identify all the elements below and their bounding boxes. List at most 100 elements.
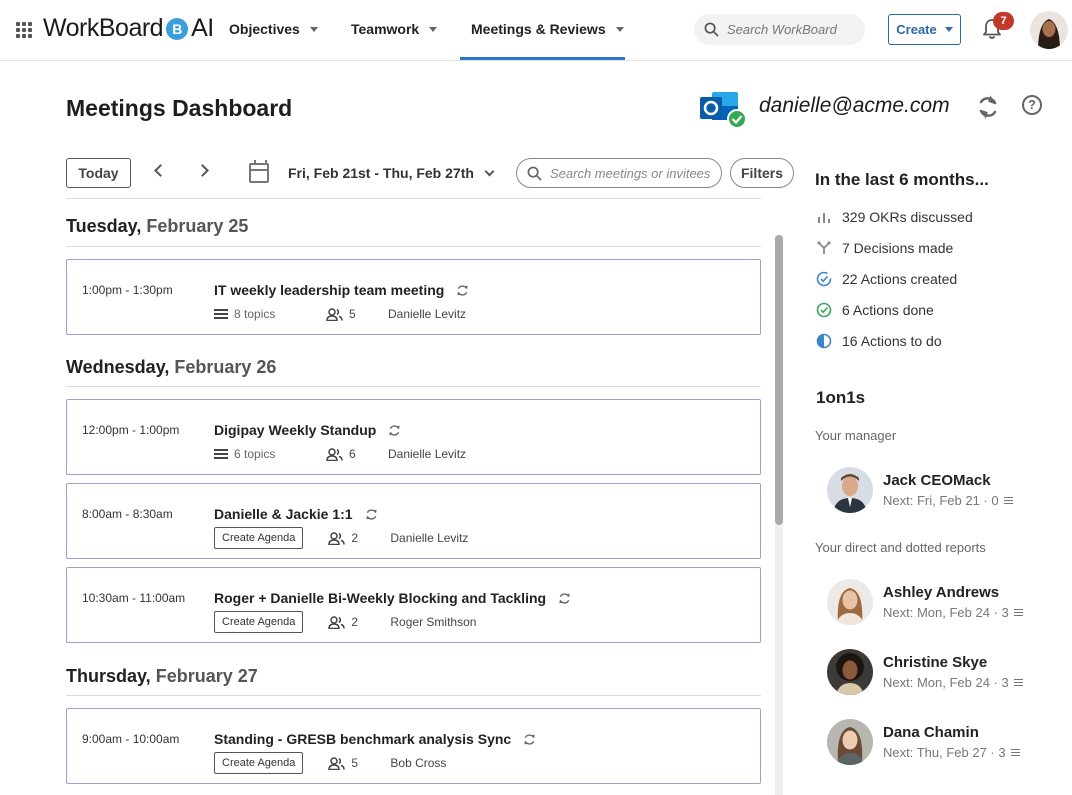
- topics-count[interactable]: 6 topics: [214, 447, 326, 461]
- stat-actions-done: 6 Actions done: [816, 302, 934, 318]
- create-button[interactable]: Create: [888, 14, 961, 45]
- person-report[interactable]: Ashley Andrews Next: Mon, Feb 24 · 3: [827, 579, 1023, 625]
- action-done-icon: [816, 302, 832, 318]
- nav-objectives[interactable]: Objectives: [229, 21, 318, 37]
- today-button[interactable]: Today: [66, 158, 131, 188]
- attendees-number: 5: [349, 307, 356, 321]
- meeting-time: 9:00am - 10:00am: [82, 732, 180, 746]
- meeting-search-placeholder: Search meetings or invitees: [550, 165, 711, 181]
- meeting-title-row: Roger + Danielle Bi-Weekly Blocking and …: [214, 590, 571, 606]
- chevron-down-icon: [944, 27, 953, 32]
- meeting-title[interactable]: Danielle & Jackie 1:1: [214, 506, 353, 522]
- day-date: February 27: [155, 666, 258, 686]
- notification-count-badge: 7: [993, 12, 1014, 30]
- people-icon: [326, 307, 343, 321]
- day-divider: [66, 246, 761, 247]
- date-range-selector[interactable]: Fri, Feb 21st - Thu, Feb 27th: [288, 165, 495, 181]
- day-heading: Wednesday, February 26: [66, 357, 276, 378]
- recurring-icon: [457, 284, 468, 296]
- day-weekday: Wednesday,: [66, 357, 170, 377]
- meeting-title-row: IT weekly leadership team meeting: [214, 282, 469, 298]
- search-icon: [704, 22, 719, 37]
- meeting-owner: Danielle Levitz: [388, 447, 467, 461]
- meeting-owner: Danielle Levitz: [390, 531, 469, 545]
- action-created-icon: [816, 271, 832, 287]
- reports-section-label: Your direct and dotted reports: [815, 540, 986, 555]
- previous-week-chevron-icon[interactable]: [154, 164, 167, 177]
- person-info: Dana Chamin Next: Thu, Feb 27 · 3: [883, 724, 1020, 760]
- person-name[interactable]: Ashley Andrews: [883, 584, 1023, 601]
- avatar: [827, 649, 873, 695]
- nav-meetings-reviews[interactable]: Meetings & Reviews: [471, 21, 624, 37]
- chevron-down-icon: [429, 26, 438, 32]
- recurring-icon: [365, 508, 377, 520]
- day-date: February 26: [174, 357, 277, 377]
- person-info: Christine Skye Next: Mon, Feb 24 · 3: [883, 654, 1023, 690]
- meeting-time: 12:00pm - 1:00pm: [82, 423, 180, 437]
- half-circle-icon: [816, 333, 832, 349]
- help-icon[interactable]: ?: [1022, 95, 1042, 115]
- filters-button[interactable]: Filters: [730, 158, 794, 188]
- person-manager[interactable]: Jack CEOMack Next: Fri, Feb 21 · 0: [827, 467, 1013, 513]
- meeting-title[interactable]: Roger + Danielle Bi-Weekly Blocking and …: [214, 590, 546, 606]
- user-avatar[interactable]: [1030, 11, 1068, 49]
- stat-actions-created: 22 Actions created: [816, 271, 957, 287]
- scrollbar-thumb[interactable]: [775, 235, 783, 525]
- topics-lines-icon: [1013, 609, 1023, 616]
- chevron-down-icon: [484, 166, 495, 176]
- person-name[interactable]: Dana Chamin: [883, 724, 1020, 741]
- people-icon: [326, 447, 343, 461]
- person-report[interactable]: Christine Skye Next: Mon, Feb 24 · 3: [827, 649, 1023, 695]
- meeting-card[interactable]: 12:00pm - 1:00pm Digipay Weekly Standup …: [66, 399, 761, 475]
- create-agenda-button[interactable]: Create Agenda: [214, 752, 304, 774]
- topics-lines-icon: [214, 449, 228, 459]
- stat-actions-todo: 16 Actions to do: [816, 333, 942, 349]
- sync-refresh-icon[interactable]: [976, 94, 1000, 125]
- meeting-card[interactable]: 8:00am - 8:30am Danielle & Jackie 1:1 Cr…: [66, 483, 761, 559]
- meeting-title-row: Danielle & Jackie 1:1: [214, 506, 378, 522]
- global-search-input[interactable]: Search WorkBoard: [694, 14, 865, 45]
- search-icon: [527, 166, 542, 180]
- people-icon: [328, 756, 346, 770]
- recurring-icon: [524, 733, 535, 745]
- create-agenda-button[interactable]: Create Agenda: [214, 527, 304, 549]
- calendar-icon[interactable]: [249, 160, 269, 183]
- person-report[interactable]: Dana Chamin Next: Thu, Feb 27 · 3: [827, 719, 1020, 765]
- stat-label: 7 Decisions made: [842, 240, 954, 256]
- topics-label: 6 topics: [234, 447, 276, 461]
- meeting-card[interactable]: 10:30am - 11:00am Roger + Danielle Bi-We…: [66, 567, 761, 643]
- attendees-number: 6: [349, 447, 356, 461]
- day-date: February 25: [146, 216, 249, 236]
- meeting-title[interactable]: IT weekly leadership team meeting: [214, 282, 444, 298]
- meeting-time: 10:30am - 11:00am: [82, 591, 186, 605]
- meeting-card[interactable]: 1:00pm - 1:30pm IT weekly leadership tea…: [66, 259, 761, 335]
- meeting-search-input[interactable]: Search meetings or invitees: [516, 158, 722, 188]
- meeting-card[interactable]: 9:00am - 10:00am Standing - GRESB benchm…: [66, 708, 761, 784]
- attendees-count: 5: [328, 756, 390, 770]
- app-grid-icon[interactable]: [16, 22, 32, 38]
- nav-teamwork[interactable]: Teamwork: [351, 21, 438, 37]
- next-week-chevron-icon[interactable]: [196, 164, 209, 177]
- attendees-count: 5: [326, 307, 388, 321]
- logo-text: WorkBoard: [43, 14, 164, 42]
- meeting-time: 8:00am - 8:30am: [82, 507, 173, 521]
- nav-objectives-label: Objectives: [229, 21, 300, 37]
- person-name[interactable]: Jack CEOMack: [883, 472, 1013, 489]
- people-icon: [328, 615, 346, 629]
- meeting-title[interactable]: Standing - GRESB benchmark analysis Sync: [214, 731, 511, 747]
- person-next-meeting: Next: Mon, Feb 24 · 3: [883, 675, 1023, 690]
- attendees-count: 2: [328, 531, 390, 545]
- topics-lines-icon: [1013, 679, 1023, 686]
- meeting-title-row: Digipay Weekly Standup: [214, 422, 401, 438]
- recurring-icon: [389, 424, 400, 436]
- topics-label: 8 topics: [234, 307, 276, 321]
- workboard-logo[interactable]: WorkBoard B AI: [43, 14, 214, 43]
- recurring-icon: [559, 592, 570, 604]
- person-name[interactable]: Christine Skye: [883, 654, 1023, 671]
- meeting-title[interactable]: Digipay Weekly Standup: [214, 422, 376, 438]
- create-agenda-button[interactable]: Create Agenda: [214, 611, 304, 633]
- people-icon: [328, 531, 346, 545]
- next-meeting-text: Next: Mon, Feb 24 · 3: [883, 605, 1009, 620]
- list-scrollbar[interactable]: [775, 235, 783, 795]
- topics-count[interactable]: 8 topics: [214, 307, 326, 321]
